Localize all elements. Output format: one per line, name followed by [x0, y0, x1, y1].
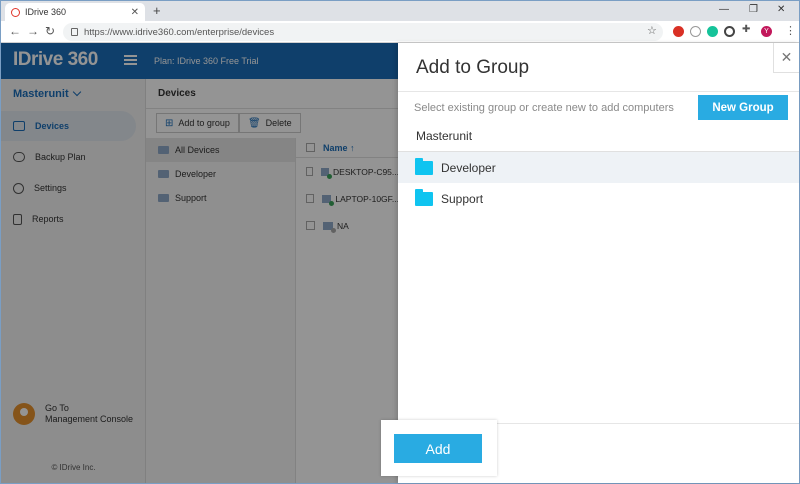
divider	[398, 91, 799, 92]
tree-item-label: Developer	[441, 160, 496, 175]
kebab-menu-icon[interactable]: ⋮	[785, 24, 796, 37]
browser-toolbar: ← → ↻ https://www.idrive360.com/enterpri…	[1, 21, 799, 43]
add-button[interactable]: Add	[394, 434, 482, 463]
add-button-highlight: Add	[381, 420, 497, 476]
extension-gauge-icon[interactable]	[690, 26, 701, 37]
profile-avatar[interactable]: Y	[761, 26, 772, 37]
bookmark-star-icon[interactable]: ☆	[647, 24, 657, 37]
tree-item-support[interactable]: Support	[398, 183, 799, 214]
panel-title: Add to Group	[416, 57, 530, 78]
folder-icon	[415, 188, 433, 206]
group-tree: Developer Support	[398, 151, 799, 214]
forward-arrow-icon[interactable]: →	[27, 24, 39, 38]
new-group-button[interactable]: New Group	[698, 95, 788, 120]
tab-strip: IDrive 360 ✕ + — ❐ ✕	[1, 1, 799, 21]
extension-grammarly-icon[interactable]	[707, 26, 718, 37]
url-text: https://www.idrive360.com/enterprise/dev…	[84, 26, 275, 38]
panel-hint: Select existing group or create new to a…	[414, 102, 674, 114]
root-group-label: Masterunit	[416, 129, 473, 143]
browser-window: IDrive 360 ✕ + — ❐ ✕ ← → ↻ https://www.i…	[0, 0, 800, 484]
puzzle-extensions-icon[interactable]: ✚	[742, 24, 750, 35]
add-to-group-panel: Add to Group ✕ Select existing group or …	[398, 43, 799, 483]
close-icon[interactable]: ✕	[773, 43, 799, 73]
browser-tab[interactable]: IDrive 360 ✕	[5, 3, 145, 21]
maximize-icon[interactable]: ❐	[749, 4, 758, 15]
minimize-icon[interactable]: —	[719, 4, 729, 15]
window-close-icon[interactable]: ✕	[777, 4, 785, 15]
idrive-favicon-icon	[11, 7, 20, 17]
folder-icon	[415, 157, 433, 175]
address-bar[interactable]: https://www.idrive360.com/enterprise/dev…	[63, 23, 663, 41]
back-arrow-icon[interactable]: ←	[9, 24, 21, 38]
tab-close-icon[interactable]: ✕	[131, 7, 139, 18]
tree-item-developer[interactable]: Developer	[398, 152, 799, 183]
new-tab-icon[interactable]: +	[153, 3, 161, 18]
tree-item-label: Support	[441, 191, 484, 206]
lock-icon	[71, 28, 78, 36]
extension-red-icon[interactable]	[673, 26, 684, 37]
reload-icon[interactable]: ↻	[45, 24, 55, 38]
extension-ring-icon[interactable]	[724, 26, 735, 37]
tab-title: IDrive 360	[25, 7, 67, 17]
modal-backdrop[interactable]	[1, 43, 398, 483]
